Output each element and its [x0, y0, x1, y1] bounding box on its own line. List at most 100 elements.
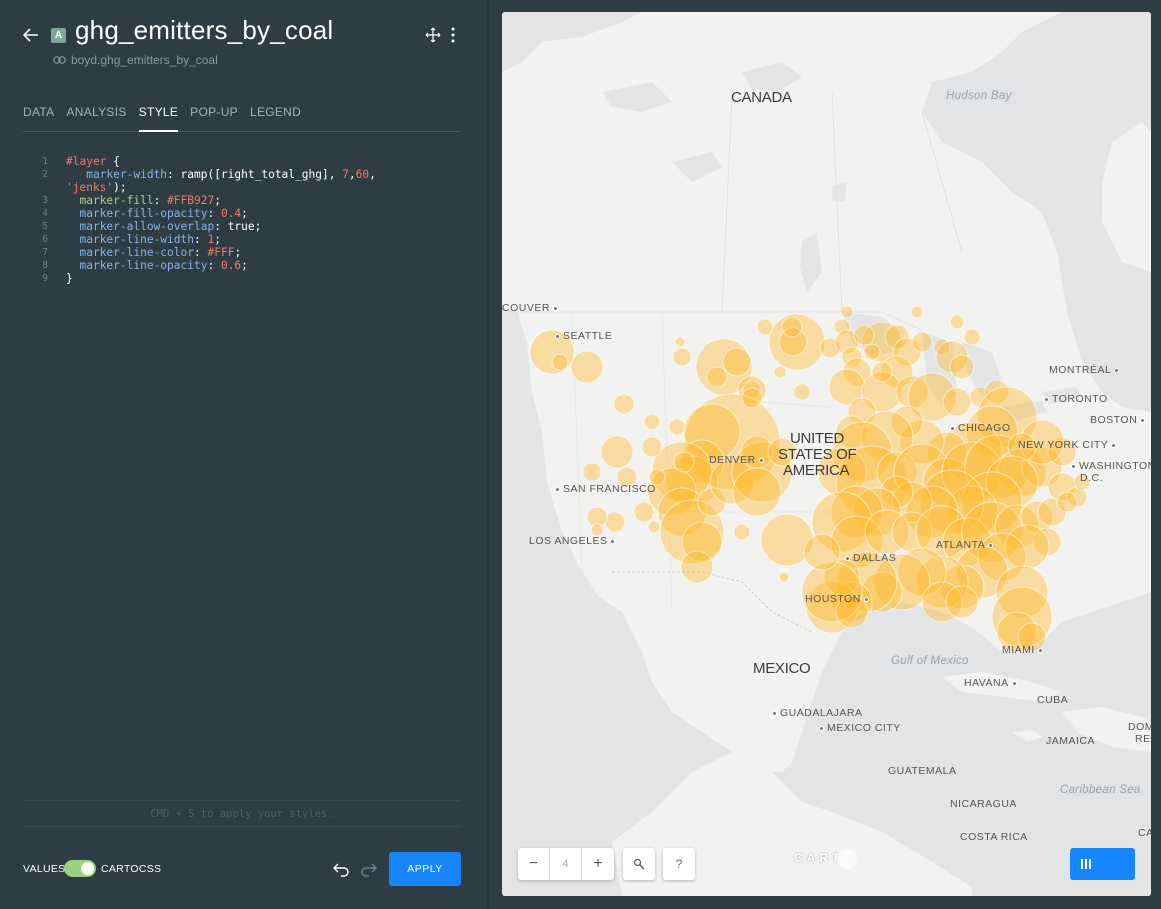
- label-cuba: CUBA: [1037, 694, 1069, 706]
- label-denver: DENVER: [709, 454, 767, 466]
- emitter-bubble[interactable]: [949, 354, 975, 380]
- map-view[interactable]: CANADA UNITED STATES OF AMERICA MEXICO H…: [502, 12, 1151, 896]
- legend-bars-icon: [1081, 859, 1091, 869]
- emitter-bubble[interactable]: [641, 436, 663, 458]
- label-guatemala: GUATEMALA: [888, 765, 957, 777]
- tab-style[interactable]: STYLE: [138, 102, 179, 132]
- emitter-bubble[interactable]: [633, 501, 655, 523]
- code-text: );: [113, 181, 127, 194]
- emitter-bubble[interactable]: [773, 365, 787, 379]
- emitter-bubble[interactable]: [871, 361, 893, 383]
- code-line: 1 #layer {: [23, 155, 463, 168]
- line-number: 6: [42, 234, 48, 245]
- css-value: 0.6: [220, 259, 242, 272]
- label-canada: CANADA: [731, 89, 792, 106]
- line-number: 9: [42, 273, 48, 284]
- emitter-bubble[interactable]: [840, 305, 854, 319]
- emitter-bubble[interactable]: [643, 413, 661, 431]
- undo-icon[interactable]: [332, 861, 350, 877]
- tab-pop-up[interactable]: POP-UP: [190, 102, 238, 132]
- dataset-link[interactable]: boyd.ghg_emitters_by_coal: [53, 53, 218, 67]
- css-property: marker-width: [86, 168, 168, 181]
- emitter-bubble[interactable]: [582, 462, 602, 482]
- apply-button[interactable]: APPLY: [389, 852, 461, 886]
- tab-data[interactable]: DATA: [23, 102, 54, 132]
- code-text: {: [106, 155, 120, 168]
- emitter-bubble[interactable]: [613, 393, 635, 415]
- emitter-bubble[interactable]: [853, 324, 875, 346]
- label-san-francisco: SAN FRANCISCO: [552, 483, 656, 495]
- move-icon[interactable]: [425, 27, 441, 43]
- emitter-bubble[interactable]: [672, 347, 692, 367]
- css-property: marker-fill-opacity: [79, 207, 208, 220]
- label-washington-dc: D.C.: [1080, 472, 1103, 484]
- emitter-bubble[interactable]: [733, 523, 751, 541]
- label-havana: HAVANA: [964, 677, 1020, 689]
- label-new-york-city: NEW YORK CITY: [1018, 439, 1119, 451]
- emitter-bubble[interactable]: [793, 383, 811, 401]
- code-text: ,: [348, 168, 356, 181]
- zoom-out-button[interactable]: −: [518, 848, 550, 880]
- emitter-bubble[interactable]: [963, 328, 981, 346]
- values-cartocss-toggle[interactable]: [64, 860, 96, 877]
- back-arrow-icon[interactable]: [20, 24, 42, 46]
- cartocss-code-editor[interactable]: 1 #layer { 2 marker-width: ramp([right_t…: [23, 155, 463, 285]
- layer-title[interactable]: ghg_emitters_by_coal: [75, 15, 333, 46]
- emitter-bubble[interactable]: [732, 467, 782, 517]
- emitter-bubble[interactable]: [781, 316, 803, 338]
- css-value: 0.4: [220, 207, 242, 220]
- emitter-bubble[interactable]: [604, 511, 626, 533]
- emitter-bubble[interactable]: [680, 550, 714, 584]
- emitter-bubble[interactable]: [570, 350, 604, 384]
- emitter-bubble[interactable]: [911, 331, 933, 353]
- emitter-bubble[interactable]: [722, 347, 752, 377]
- emitter-bubble[interactable]: [600, 435, 634, 469]
- emitter-bubble[interactable]: [741, 387, 763, 409]
- cartocss-mode-label[interactable]: CARTOCSS: [101, 863, 161, 875]
- emitter-bubble[interactable]: [674, 336, 686, 348]
- emitter-bubble[interactable]: [803, 533, 841, 571]
- label-jamaica: JAMAICA: [1046, 735, 1096, 747]
- city-dot: [819, 725, 824, 731]
- label-couver: COUVER: [502, 302, 561, 314]
- code-line: 4 marker-fill-opacity: 0.4;: [23, 207, 463, 220]
- emitter-bubble[interactable]: [910, 305, 924, 319]
- css-number: 60: [355, 168, 370, 181]
- tab-legend[interactable]: LEGEND: [250, 102, 301, 132]
- emitter-bubble[interactable]: [706, 366, 728, 388]
- code-line: 5 marker-allow-overlap: true;: [23, 220, 463, 233]
- emitter-bubble[interactable]: [945, 585, 979, 619]
- zoom-in-button[interactable]: +: [582, 848, 614, 880]
- layer-letter-badge: A: [51, 28, 66, 43]
- city-dot: [1111, 442, 1117, 448]
- label-montreal: MONTRÉAL: [1049, 364, 1122, 376]
- redo-icon[interactable]: [360, 861, 378, 877]
- city-dot: [555, 333, 560, 339]
- emitter-bubble[interactable]: [949, 314, 965, 330]
- emitter-bubble[interactable]: [551, 353, 569, 371]
- legend-toggle-button[interactable]: [1070, 848, 1135, 880]
- panel-divider: [487, 0, 489, 909]
- emitter-bubble[interactable]: [756, 318, 774, 336]
- help-button[interactable]: ?: [663, 848, 695, 880]
- values-mode-label[interactable]: VALUES: [23, 863, 65, 875]
- line-number: 2: [42, 169, 48, 180]
- tab-analysis[interactable]: ANALYSIS: [66, 102, 126, 132]
- emitter-bubble[interactable]: [778, 571, 790, 583]
- carto-logo-dot: [837, 849, 857, 869]
- code-text: ,: [369, 168, 376, 181]
- label-toronto: TORONTO: [1041, 393, 1108, 405]
- emitter-bubble[interactable]: [673, 451, 695, 473]
- emitter-bubble[interactable]: [863, 343, 881, 361]
- emitter-bubble[interactable]: [647, 520, 661, 534]
- label-dominican-2: REPU: [1135, 733, 1151, 745]
- emitter-bubble[interactable]: [1056, 491, 1078, 513]
- city-dot: [1114, 367, 1120, 373]
- kebab-menu-icon[interactable]: [447, 26, 459, 44]
- city-dot: [845, 555, 850, 561]
- emitter-bubble[interactable]: [668, 418, 686, 436]
- map-search-button[interactable]: [623, 848, 655, 880]
- label-houston: HOUSTON: [805, 593, 872, 605]
- emitter-bubble[interactable]: [942, 387, 972, 417]
- line-number: 3: [42, 195, 48, 206]
